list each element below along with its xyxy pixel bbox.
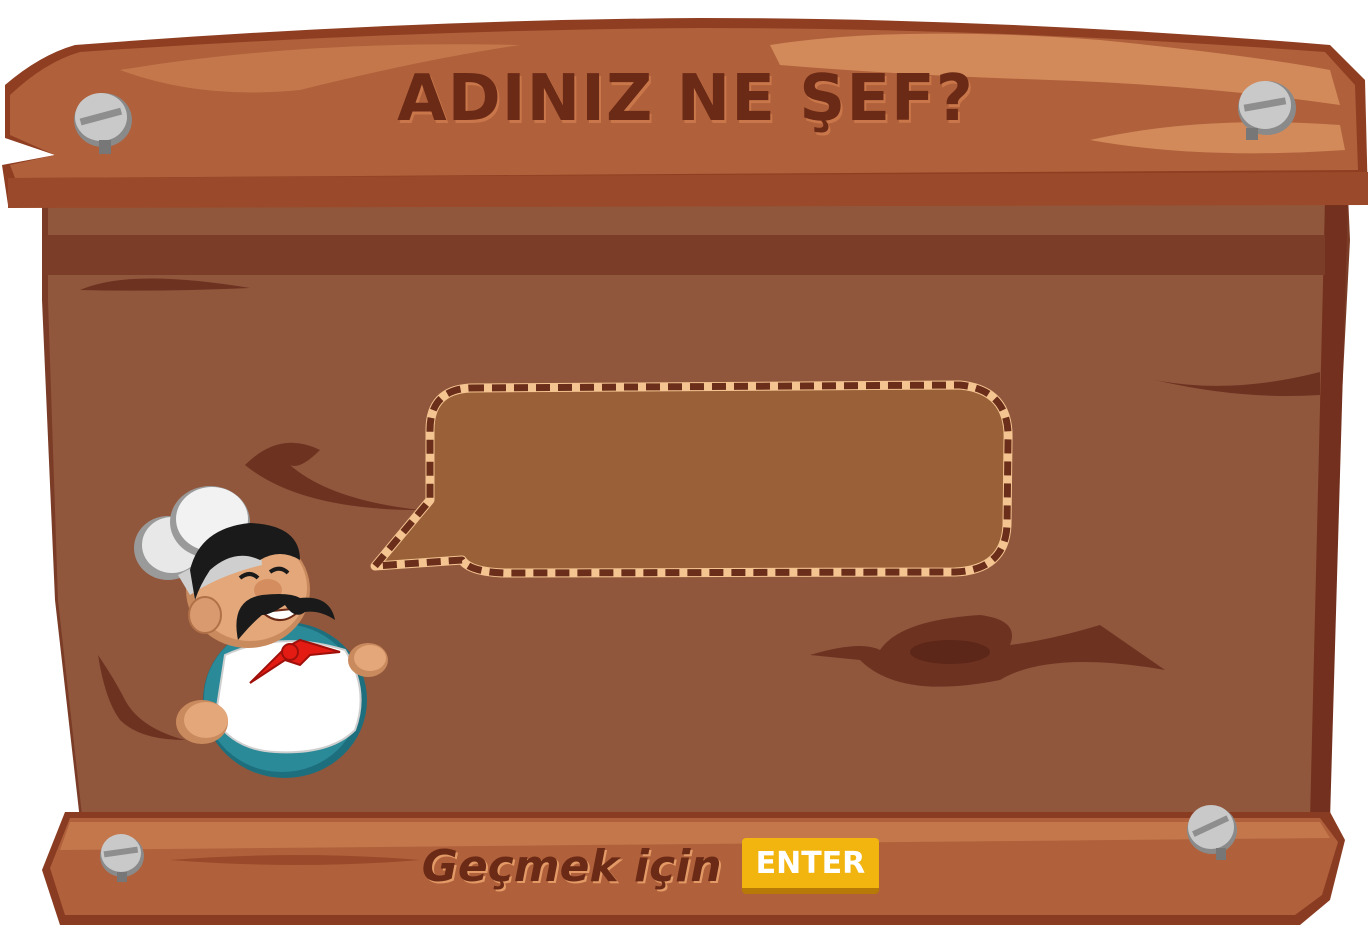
continue-hint-text: Geçmek için xyxy=(421,840,722,892)
enter-key-button[interactable]: ENTER xyxy=(741,838,880,894)
page-title: ADINIZ NE ŞEF? xyxy=(397,62,974,136)
chef-name-input[interactable] xyxy=(450,410,984,552)
continue-hint: Geçmek için ENTER xyxy=(0,834,1371,898)
